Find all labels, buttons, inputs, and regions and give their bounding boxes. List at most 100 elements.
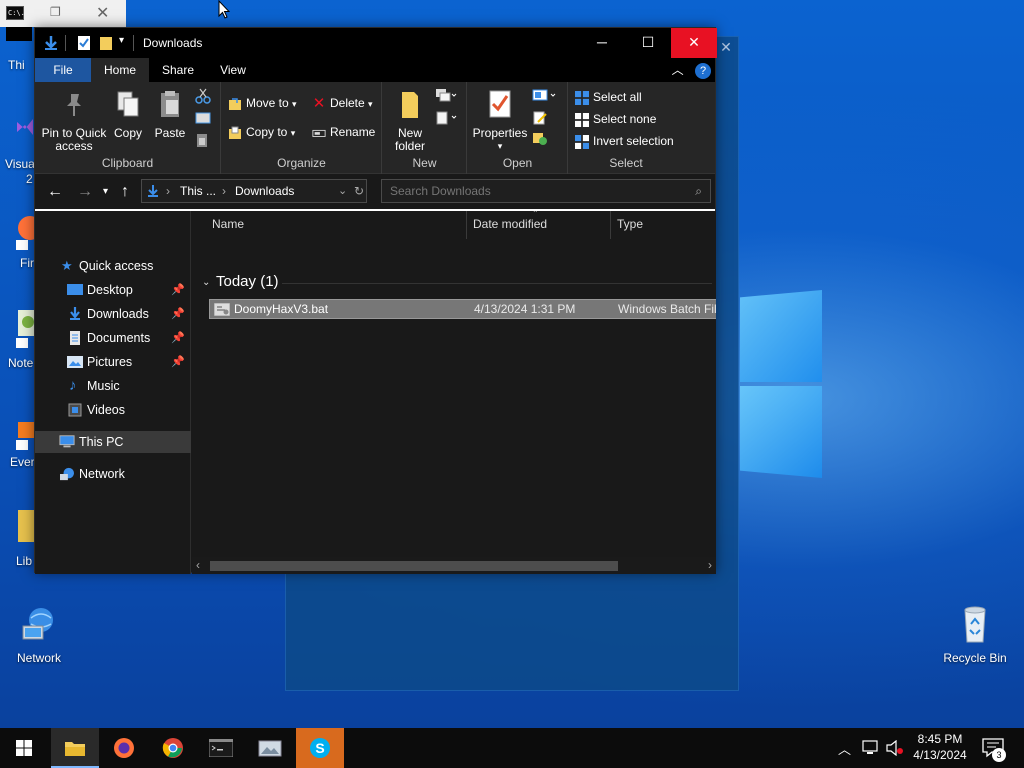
group-header-today[interactable]: Today (1) [216, 273, 279, 290]
desktop-icon-label[interactable]: Thi [8, 58, 25, 72]
horizontal-scrollbar[interactable]: ‹ › [192, 557, 716, 574]
desktop-icon-label[interactable]: Note [8, 356, 33, 370]
desktop-icon-network[interactable]: Network [9, 604, 69, 665]
nav-item-downloads[interactable]: Downloads 📌 [35, 303, 191, 325]
properties-button[interactable]: Properties ▾ [472, 88, 528, 153]
column-divider[interactable] [466, 211, 467, 239]
taskbar-file-explorer[interactable] [51, 728, 99, 768]
desktop-icon-label[interactable]: Ever [10, 455, 35, 469]
restore-icon[interactable]: ❐ [50, 5, 61, 19]
scroll-right-arrow-icon[interactable]: › [708, 558, 712, 572]
desktop-icon-recycle-bin[interactable]: Recycle Bin [940, 604, 1010, 665]
up-arrow-icon[interactable]: ↑ [121, 183, 129, 201]
show-hidden-icons-chevron-icon[interactable]: ︿ [838, 739, 851, 768]
window-titlebar[interactable]: ▾ Downloads ─ ☐ ✕ [35, 28, 717, 58]
tab-share[interactable]: Share [151, 58, 205, 82]
search-input[interactable] [382, 180, 672, 202]
new-item-icon[interactable] [435, 88, 457, 104]
search-box[interactable]: ⌕ [381, 179, 711, 203]
paste-shortcut-icon[interactable] [195, 132, 209, 148]
close-icon[interactable]: ✕ [96, 3, 109, 23]
recent-locations-chevron-icon[interactable]: ▾ [103, 186, 108, 197]
collapse-ribbon-icon[interactable]: ︿ [672, 63, 684, 77]
close-icon[interactable]: ✕ [714, 37, 738, 57]
move-to-button[interactable]: Move to ▾ [228, 96, 297, 111]
desktop-icon-label[interactable]: 2 [26, 172, 33, 186]
copy-to-button[interactable]: Copy to ▾ [228, 125, 295, 140]
pin-icon[interactable]: 📌 [171, 327, 185, 349]
cmd-window-titlebar[interactable]: C:\. ❐ ✕ [0, 0, 126, 27]
libraries-folder-icon[interactable] [16, 508, 36, 544]
refresh-icon[interactable]: ↻ [354, 184, 364, 198]
volume-muted-icon[interactable] [886, 740, 904, 756]
column-header-date-modified[interactable]: Date modified [473, 217, 547, 231]
taskbar-firefox[interactable] [100, 728, 148, 768]
nav-item-documents[interactable]: Documents 📌 [35, 327, 191, 349]
forward-arrow-icon[interactable]: → [77, 183, 93, 201]
everything-icon[interactable] [14, 420, 36, 454]
scroll-left-arrow-icon[interactable]: ‹ [196, 558, 200, 572]
history-icon[interactable] [532, 130, 548, 146]
select-all-button[interactable]: Select all [575, 90, 642, 105]
address-dropdown-chevron-icon[interactable]: ⌄ [338, 184, 347, 197]
pin-icon[interactable]: 📌 [171, 303, 185, 325]
back-arrow-icon[interactable]: ← [47, 183, 63, 201]
taskbar-chrome[interactable] [149, 728, 197, 768]
address-bar[interactable]: › This ... › Downloads ⌄ ↻ [141, 179, 367, 203]
pin-icon[interactable]: 📌 [171, 279, 185, 301]
firefox-icon[interactable] [14, 214, 36, 250]
notepad-plus-plus-icon[interactable] [14, 308, 36, 348]
maximize-button[interactable]: ☐ [625, 28, 671, 58]
nav-item-desktop[interactable]: Desktop 📌 [35, 279, 191, 301]
select-none-button[interactable]: Select none [575, 112, 656, 127]
help-icon[interactable]: ? [695, 62, 711, 79]
column-divider[interactable] [610, 211, 611, 239]
network-status-icon[interactable] [862, 740, 880, 756]
tab-file[interactable]: File [35, 58, 91, 82]
taskbar-photos-app[interactable] [246, 728, 294, 768]
system-clock[interactable]: 8:45 PM 4/13/2024 [908, 731, 972, 763]
new-folder-icon[interactable] [99, 35, 113, 51]
pin-to-quick-access-button[interactable]: Pin to Quick access [41, 88, 107, 153]
easy-access-icon[interactable] [435, 110, 457, 126]
nav-item-videos[interactable]: Videos [35, 399, 191, 421]
rename-button[interactable]: Rename [312, 125, 375, 140]
nav-item-music[interactable]: ♪ Music [35, 375, 191, 397]
copy-path-icon[interactable] [195, 112, 211, 124]
cut-icon[interactable] [195, 88, 211, 104]
desktop-icon-label[interactable]: Fir [20, 256, 34, 270]
desktop-icon-label[interactable]: Lib [16, 554, 32, 568]
edit-icon[interactable] [532, 110, 548, 126]
scrollbar-thumb[interactable] [210, 561, 618, 571]
paste-button[interactable]: Paste [151, 88, 189, 140]
breadcrumb-this-pc[interactable]: This ... [180, 184, 216, 198]
tab-view[interactable]: View [207, 58, 259, 82]
desktop-icon-label[interactable]: Visua [5, 157, 35, 171]
search-icon[interactable]: ⌕ [695, 184, 702, 199]
new-folder-button[interactable]: New folder [387, 88, 433, 153]
customize-toolbar-icon[interactable]: ▾ [119, 35, 124, 46]
breadcrumb-downloads[interactable]: Downloads [235, 184, 294, 198]
invert-selection-button[interactable]: Invert selection [575, 134, 674, 149]
minimize-button[interactable]: ─ [579, 28, 625, 58]
properties-checkmark-icon[interactable] [77, 35, 91, 51]
start-button[interactable] [0, 728, 48, 768]
taskbar-terminal[interactable] [197, 728, 245, 768]
nav-item-quick-access[interactable]: ★ Quick access [35, 255, 191, 277]
column-header-type[interactable]: Type [617, 217, 643, 231]
copy-button[interactable]: Copy [111, 88, 145, 140]
nav-item-pictures[interactable]: Pictures 📌 [35, 351, 191, 373]
delete-button[interactable]: ✕ Delete ▾ [312, 96, 373, 111]
column-header-name[interactable]: Name [212, 217, 244, 231]
visual-studio-icon[interactable] [14, 116, 36, 138]
nav-item-network[interactable]: Network [35, 463, 191, 485]
taskbar-skype[interactable]: S [296, 728, 344, 768]
tab-home[interactable]: Home [91, 58, 149, 82]
open-icon[interactable] [532, 88, 558, 102]
group-collapse-chevron-icon[interactable]: ⌄ [202, 277, 210, 288]
nav-item-this-pc[interactable]: This PC [35, 431, 191, 453]
close-button[interactable]: ✕ [671, 28, 717, 58]
list-item[interactable]: DoomyHaxV3.bat 4/13/2024 1:31 PM Windows… [209, 299, 716, 319]
pin-icon[interactable]: 📌 [171, 351, 185, 373]
file-date-modified: 4/13/2024 1:31 PM [474, 302, 576, 316]
